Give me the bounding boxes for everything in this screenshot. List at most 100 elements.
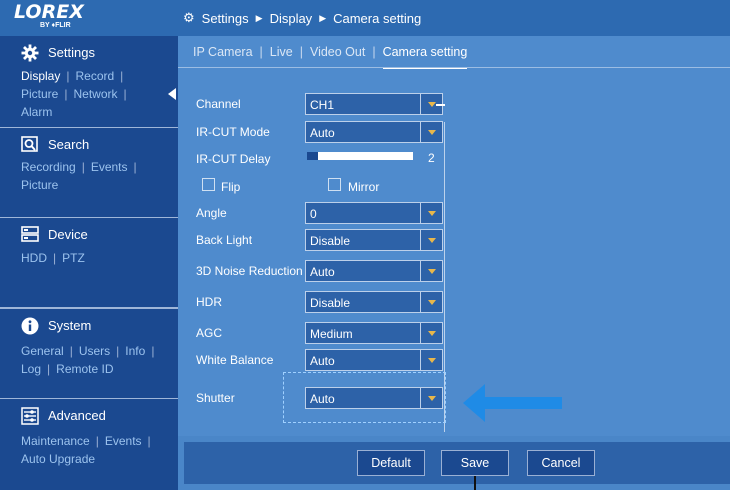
breadcrumb-separator-icon: ▶	[255, 12, 263, 23]
flip-checkbox[interactable]	[202, 178, 215, 191]
default-button[interactable]: Default	[357, 450, 425, 476]
info-icon	[21, 317, 39, 335]
sidebar-advanced-links: Maintenance | Events | Auto Upgrade	[21, 434, 151, 466]
save-button[interactable]: Save	[441, 450, 509, 476]
noise-reduction-row: 3D Noise Reduction Auto	[196, 260, 456, 282]
sidebar-section-device: Device HDD | PTZ	[0, 218, 178, 308]
agc-label: AGC	[196, 326, 223, 340]
white-balance-row: White Balance Auto	[196, 349, 456, 371]
sidebar-link-ptz[interactable]: PTZ	[62, 251, 85, 265]
sidebar-link-events[interactable]: Events	[91, 160, 128, 174]
breadcrumb-settings[interactable]: Settings	[202, 11, 249, 26]
agc-select[interactable]: Medium	[305, 322, 443, 344]
shutter-label: Shutter	[196, 391, 235, 405]
sidebar-section-settings: Settings Display | Record | Picture | Network…	[0, 36, 178, 128]
hdr-value: Disable	[310, 296, 351, 310]
ircut-delay-slider-handle[interactable]	[307, 152, 318, 160]
sidebar-settings-links: Display | Record | Picture | Network | Alarm	[21, 69, 127, 119]
breadcrumb: ⚙ Settings ▶ Display ▶ Camera setting	[183, 10, 421, 26]
sidebar-link-remote-id[interactable]: Remote ID	[56, 362, 113, 376]
noise-reduction-label: 3D Noise Reduction	[196, 264, 303, 278]
angle-row: Angle 0	[196, 202, 456, 224]
sidebar-link-recording[interactable]: Recording	[21, 160, 76, 174]
angle-select[interactable]: 0	[305, 202, 443, 224]
dropdown-arrow-icon	[420, 388, 442, 408]
dropdown-arrow-icon	[420, 261, 442, 281]
backlight-value: Disable	[310, 234, 351, 248]
shutter-value: Auto	[310, 392, 335, 406]
sidebar-link-advanced-events[interactable]: Events	[105, 434, 142, 448]
sidebar-link-display[interactable]: Display	[21, 69, 60, 83]
sidebar-system-links: General | Users | Info | Log | Remote ID	[21, 344, 155, 376]
backlight-select[interactable]: Disable	[305, 229, 443, 251]
white-balance-label: White Balance	[196, 353, 274, 367]
sidebar-device-header[interactable]: Device	[21, 226, 88, 242]
dropdown-arrow-icon	[420, 292, 442, 312]
sidebar-link-picture[interactable]: Picture	[21, 87, 58, 101]
sidebar-link-auto-upgrade[interactable]: Auto Upgrade	[21, 452, 95, 466]
white-balance-select[interactable]: Auto	[305, 349, 443, 371]
white-balance-value: Auto	[310, 354, 335, 368]
hdr-label: HDR	[196, 295, 222, 309]
breadcrumb-display[interactable]: Display	[270, 11, 313, 26]
shutter-select[interactable]: Auto	[305, 387, 443, 409]
tab-video-out[interactable]: Video Out	[310, 45, 365, 69]
sidebar-link-log[interactable]: Log	[21, 362, 41, 376]
sidebar-link-record[interactable]: Record	[75, 69, 114, 83]
angle-label: Angle	[196, 206, 227, 220]
backlight-label: Back Light	[196, 233, 253, 247]
action-bar: Default Save Cancel	[184, 442, 730, 484]
active-section-pointer-icon	[168, 88, 176, 100]
sidebar-system-header[interactable]: System	[21, 317, 91, 335]
sidebar-link-info[interactable]: Info	[125, 344, 145, 358]
camera-setting-panel: IP Camera | Live | Video Out | Camera setti…	[178, 36, 730, 436]
search-icon	[21, 136, 39, 152]
sidebar-settings-header[interactable]: Settings	[21, 44, 95, 62]
hdr-row: HDR Disable	[196, 291, 456, 313]
ircut-mode-select[interactable]: Auto	[305, 121, 443, 143]
sidebar-advanced-title: Advanced	[48, 407, 106, 423]
angle-value: 0	[310, 207, 317, 221]
sidebar-link-network[interactable]: Network	[73, 87, 117, 101]
cancel-button[interactable]: Cancel	[527, 450, 595, 476]
channel-value: CH1	[310, 98, 335, 112]
mirror-checkbox[interactable]	[328, 178, 341, 191]
sidebar-section-system: System General | Users | Info | Log | Remote ID	[0, 308, 178, 399]
noise-reduction-select[interactable]: Auto	[305, 260, 443, 282]
ircut-mode-value: Auto	[310, 126, 335, 140]
top-header: LOREX BY ♦FLIR ⚙ Settings ▶ Display ▶ Ca…	[0, 0, 730, 36]
sidebar-section-search: Search Recording | Events | Picture	[0, 128, 178, 218]
channel-label: Channel	[196, 97, 241, 111]
ircut-delay-slider[interactable]	[307, 152, 413, 160]
sidebar-link-general[interactable]: General	[21, 344, 64, 358]
sidebar-search-title: Search	[48, 136, 90, 152]
sidebar-link-alarm[interactable]: Alarm	[21, 105, 52, 119]
device-icon	[21, 226, 39, 242]
channel-select[interactable]: CH1	[305, 93, 443, 115]
sidebar-link-maintenance[interactable]: Maintenance	[21, 434, 90, 448]
sidebar-advanced-header[interactable]: Advanced	[21, 407, 106, 425]
sidebar-search-header[interactable]: Search	[21, 136, 89, 152]
dropdown-arrow-icon	[420, 323, 442, 343]
tab-live[interactable]: Live	[270, 45, 293, 69]
logo-brand: LOREX	[14, 1, 84, 23]
pointer-arrow-icon	[463, 384, 562, 422]
sidebar-link-users[interactable]: Users	[79, 344, 110, 358]
backlight-row: Back Light Disable	[196, 229, 456, 251]
tab-ip-camera[interactable]: IP Camera	[193, 45, 253, 69]
sidebar-link-search-picture[interactable]: Picture	[21, 178, 58, 192]
lorex-logo: LOREX BY ♦FLIR	[14, 2, 94, 32]
ircut-mode-label: IR-CUT Mode	[196, 125, 270, 139]
agc-value: Medium	[310, 327, 353, 341]
noise-reduction-value: Auto	[310, 265, 335, 279]
agc-row: AGC Medium	[196, 322, 456, 344]
sidebar-device-title: Device	[48, 226, 88, 242]
sidebar-link-hdd[interactable]: HDD	[21, 251, 47, 265]
tab-camera-setting[interactable]: Camera setting	[382, 45, 468, 69]
breadcrumb-camera-setting: Camera setting	[333, 10, 422, 26]
hdr-select[interactable]: Disable	[305, 291, 443, 313]
gear-icon	[21, 44, 39, 62]
sidebar-device-links: HDD | PTZ	[21, 251, 85, 265]
sidebar-settings-title: Settings	[48, 44, 95, 60]
gear-icon: ⚙	[183, 10, 195, 25]
